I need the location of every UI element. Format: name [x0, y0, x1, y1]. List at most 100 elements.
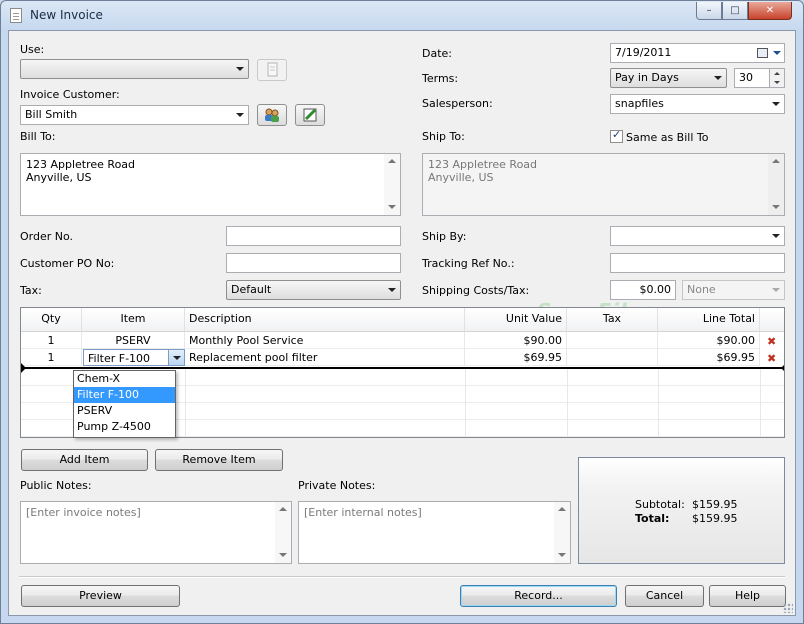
item-option-pserv[interactable]: PSERV	[74, 403, 175, 419]
column-header-delete	[760, 308, 784, 332]
scroll-up-icon	[558, 507, 566, 511]
cell-description[interactable]: Monthly Pool Service	[185, 332, 465, 349]
column-header-description[interactable]: Description	[185, 308, 465, 332]
cell-tax[interactable]	[567, 332, 658, 349]
same-as-bill-label: Same as Bill To	[626, 131, 709, 144]
scroll-down-icon	[279, 553, 287, 557]
terms-label: Terms:	[422, 72, 459, 85]
private-notes-textarea[interactable]: [Enter internal notes]	[298, 501, 571, 564]
bill-to-textarea[interactable]: 123 Appletree Road Anyville, US	[20, 153, 401, 216]
terms-select[interactable]: Pay in Days	[610, 68, 727, 88]
terms-days-input[interactable]: 30	[734, 68, 770, 88]
private-notes-label: Private Notes:	[298, 479, 376, 492]
cell-unit-value[interactable]: $90.00	[465, 332, 567, 349]
tax-select[interactable]: Default	[226, 280, 401, 300]
bill-to-line-1: 123 Appletree Road	[26, 158, 136, 171]
use-label: Use:	[20, 43, 45, 56]
maximize-button[interactable]: □	[722, 2, 748, 20]
size-grip[interactable]	[783, 603, 793, 613]
customer-select[interactable]: Bill Smith	[20, 105, 249, 125]
cancel-button[interactable]: Cancel	[625, 585, 704, 607]
cell-description[interactable]: Replacement pool filter	[185, 349, 465, 366]
cell-qty[interactable]: 1	[21, 332, 82, 349]
record-button[interactable]: Record...	[460, 585, 617, 607]
salesperson-select[interactable]: snapfiles	[610, 94, 785, 114]
remove-item-button[interactable]: Remove Item	[155, 449, 283, 471]
ship-to-line-1: 123 Appletree Road	[428, 158, 538, 171]
subtotal-label: Subtotal:	[635, 498, 685, 511]
chevron-down-icon	[236, 67, 244, 71]
chevron-down-icon	[772, 102, 780, 106]
ship-by-select[interactable]	[610, 226, 785, 246]
cell-tax[interactable]	[567, 349, 658, 366]
item-option-chem-x[interactable]: Chem-X	[74, 371, 175, 387]
use-template-button[interactable]	[257, 59, 287, 81]
private-notes-placeholder: [Enter internal notes]	[304, 506, 422, 519]
edit-customer-button[interactable]	[295, 104, 325, 126]
item-combo-editor[interactable]: Filter F-100	[83, 349, 185, 366]
scroll-down-icon	[772, 205, 780, 209]
title-bar: New Invoice – □ ✕	[1, 1, 803, 30]
customer-lookup-button[interactable]	[257, 104, 287, 126]
calendar-icon	[757, 48, 768, 58]
terms-days-spinner[interactable]	[769, 68, 785, 88]
bill-to-label: Bill To:	[20, 130, 56, 143]
delete-row-icon[interactable]: ✖	[767, 352, 776, 365]
close-button[interactable]: ✕	[748, 2, 792, 20]
private-notes-scrollbar[interactable]	[554, 502, 570, 563]
chevron-down-icon	[173, 356, 181, 360]
order-no-label: Order No.	[20, 230, 74, 243]
invoice-window: New Invoice – □ ✕ Use: Invoice Customer:…	[0, 0, 804, 624]
tracking-label: Tracking Ref No.:	[422, 257, 515, 270]
chevron-down-icon	[773, 51, 781, 55]
column-header-tax[interactable]: Tax	[567, 308, 658, 332]
column-header-line-total[interactable]: Line Total	[658, 308, 760, 332]
bill-to-line-2: Anyville, US	[26, 171, 92, 184]
public-notes-scrollbar[interactable]	[275, 502, 291, 563]
same-as-bill-checkbox[interactable]	[610, 128, 623, 143]
shipping-cost-input[interactable]: $0.00	[610, 280, 676, 300]
order-no-input[interactable]	[226, 226, 401, 246]
bill-to-scrollbar[interactable]	[384, 154, 400, 215]
terms-value: Pay in Days	[615, 71, 679, 84]
delete-row-icon[interactable]: ✖	[767, 335, 776, 348]
item-option-pump-z4500[interactable]: Pump Z-4500	[74, 419, 175, 435]
grid-divider	[658, 369, 659, 437]
column-header-qty[interactable]: Qty	[21, 308, 82, 332]
scroll-down-icon	[388, 205, 396, 209]
document-icon	[267, 62, 278, 77]
preview-button[interactable]: Preview	[21, 585, 180, 607]
scroll-up-icon	[388, 159, 396, 163]
minimize-button[interactable]: –	[696, 2, 722, 20]
salesperson-label: Salesperson:	[422, 97, 493, 110]
customer-po-input[interactable]	[226, 253, 401, 273]
cell-qty[interactable]: 1	[21, 349, 82, 366]
column-header-item[interactable]: Item	[82, 308, 185, 332]
tracking-input[interactable]	[610, 253, 785, 273]
column-header-unit-value[interactable]: Unit Value	[465, 308, 567, 332]
item-dropdown-button[interactable]	[168, 350, 184, 365]
public-notes-placeholder: [Enter invoice notes]	[26, 506, 141, 519]
help-button[interactable]: Help	[709, 585, 786, 607]
tax-label: Tax:	[20, 284, 42, 297]
scroll-down-icon	[558, 553, 566, 557]
public-notes-textarea[interactable]: [Enter invoice notes]	[20, 501, 292, 564]
use-select[interactable]	[20, 59, 249, 79]
cell-line-total: $90.00	[658, 332, 760, 349]
invoice-customer-label: Invoice Customer:	[20, 88, 120, 101]
invoice-form: Use: Invoice Customer: Bill Smith Bill T…	[8, 30, 796, 616]
shipping-label: Shipping Costs/Tax:	[422, 284, 530, 297]
chevron-down-icon	[236, 113, 244, 117]
document-icon	[10, 8, 22, 23]
item-options-list: Chem-X Filter F-100 PSERV Pump Z-4500	[73, 370, 176, 438]
item-option-filter-f100[interactable]: Filter F-100	[74, 387, 175, 403]
cell-unit-value[interactable]: $69.95	[465, 349, 567, 366]
item-editor-value: Filter F-100	[88, 352, 151, 365]
cell-item[interactable]: PSERV	[82, 332, 185, 349]
date-picker[interactable]: 7/19/2011	[610, 43, 785, 63]
total-value: $159.95	[692, 512, 738, 525]
date-value: 7/19/2011	[615, 46, 672, 59]
add-item-button[interactable]: Add Item	[21, 449, 148, 471]
ship-to-line-2: Anyville, US	[428, 171, 494, 184]
chevron-down-icon	[714, 76, 722, 80]
